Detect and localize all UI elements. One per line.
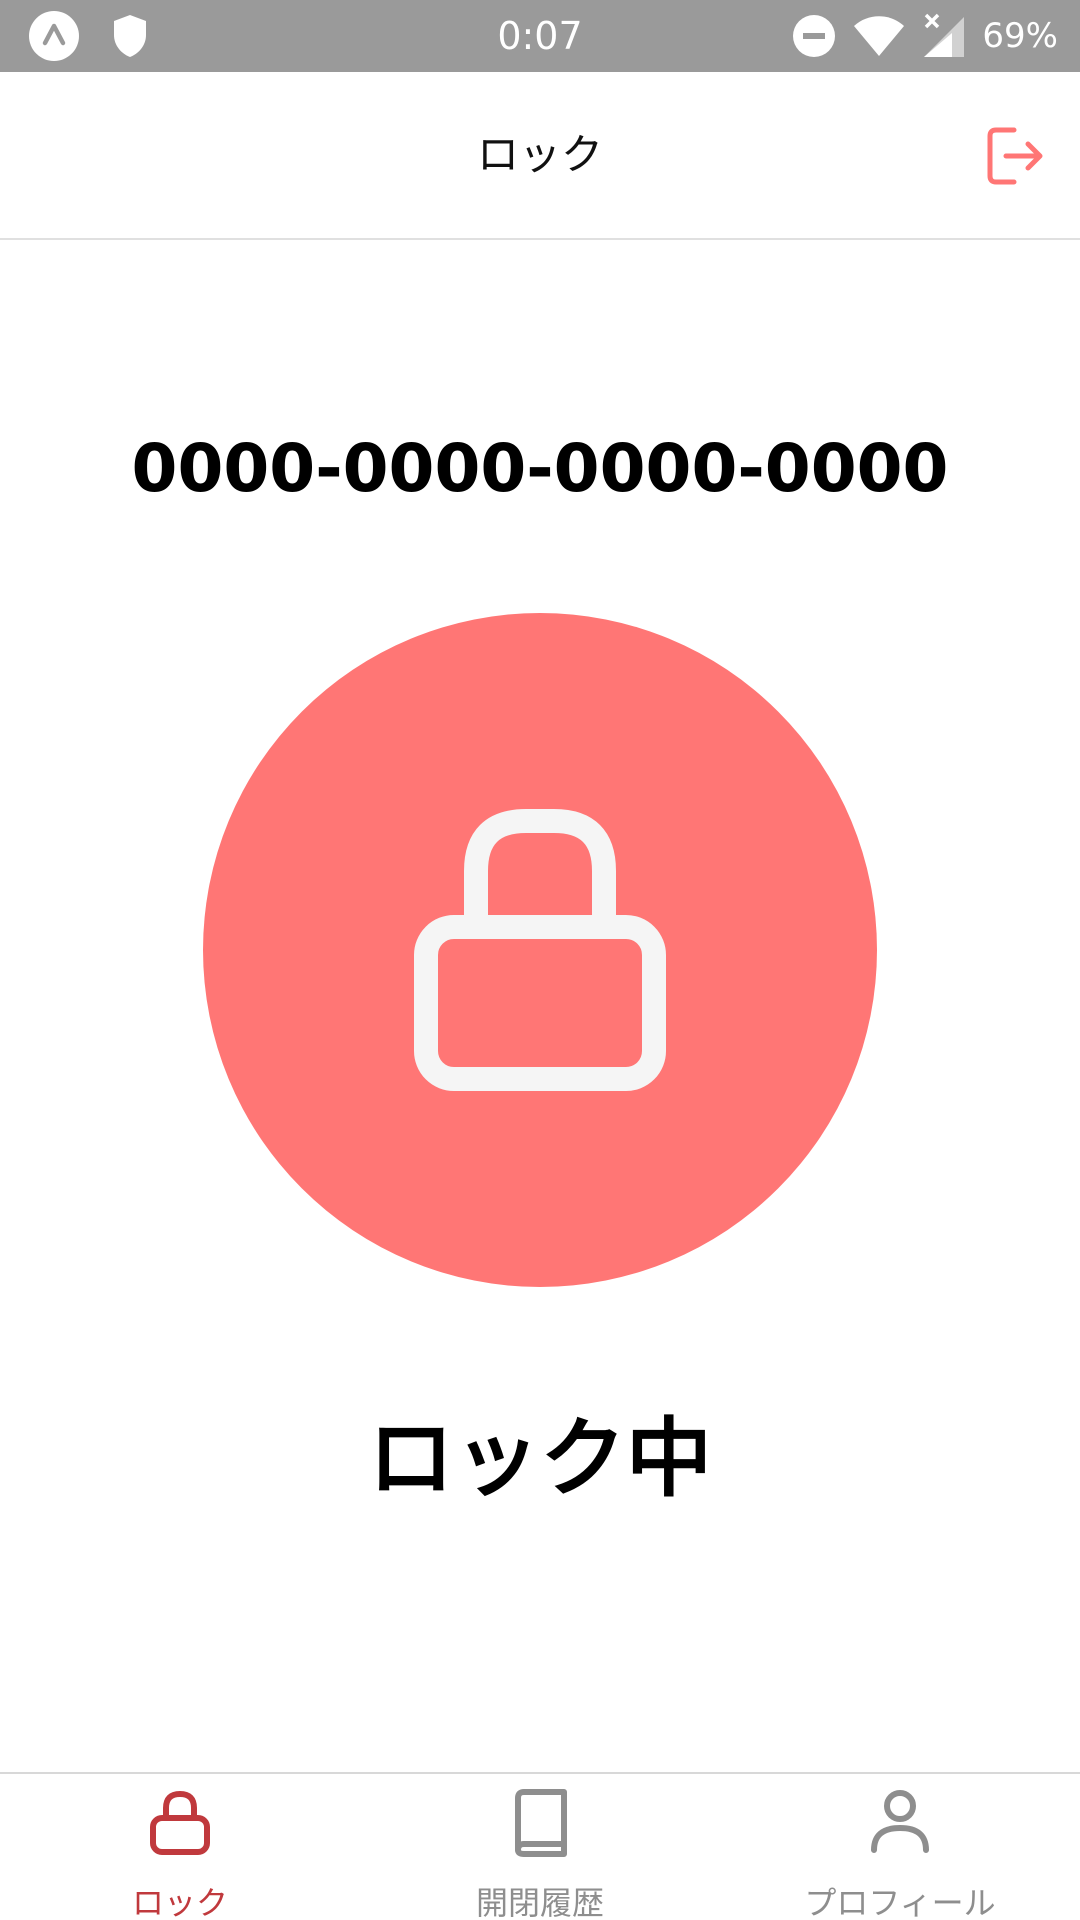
status-bar: 0:07 69%: [0, 0, 1080, 72]
tab-lock[interactable]: ロック: [0, 1774, 360, 1920]
tab-history[interactable]: 開閉履歴: [360, 1774, 720, 1920]
tab-history-label: 開閉履歴: [475, 1884, 604, 1920]
book-icon: [515, 1789, 567, 1857]
tab-profile-label: プロフィール: [804, 1884, 996, 1920]
device-id: 0000-0000-0000-0000: [131, 430, 949, 507]
wifi-icon: [854, 16, 905, 56]
do-not-disturb-icon: [793, 15, 836, 57]
screen: 0:07 69% ロック 0000-0000-0000-0000 ロック中 ロッ…: [0, 0, 1080, 1920]
user-icon: [871, 1790, 929, 1853]
logout-icon: [987, 127, 1043, 185]
lock-icon: [150, 1790, 210, 1855]
lock-icon: [414, 809, 666, 1091]
app-header: ロック: [0, 72, 1080, 240]
cell-signal-icon: [924, 13, 965, 57]
tab-lock-label: ロック: [131, 1884, 228, 1920]
lock-toggle-button[interactable]: [203, 613, 877, 1287]
bottom-nav: ロック 開閉履歴 プロフィール: [0, 1772, 1080, 1920]
lock-status-text: ロック中: [368, 1409, 712, 1509]
page-title: ロック: [476, 130, 603, 179]
logout-button[interactable]: [978, 120, 1050, 192]
battery-percentage: 69%: [982, 16, 1058, 56]
tab-profile[interactable]: プロフィール: [720, 1774, 1080, 1920]
status-bar-right: 69%: [792, 0, 1058, 72]
